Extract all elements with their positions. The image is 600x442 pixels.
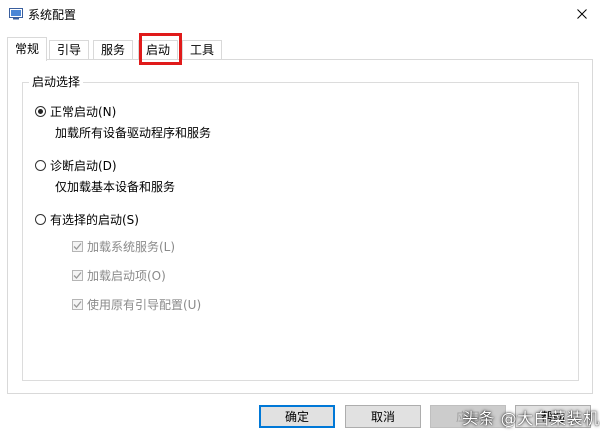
diagnostic-startup-description: 仅加载基本设备和服务: [55, 180, 176, 194]
radio-selected-icon[interactable]: [35, 106, 46, 117]
title-bar: 系统配置: [0, 0, 600, 30]
radio-label: 有选择的启动(S): [50, 213, 139, 227]
radio-icon[interactable]: [35, 160, 46, 171]
cancel-button[interactable]: 取消: [345, 405, 421, 428]
close-button[interactable]: [564, 0, 600, 30]
system-config-window: 系统配置 常规 引导 服务 启动 工具 启动选择 正常启动(N) 加载所有设备驱…: [0, 0, 600, 442]
radio-label: 正常启动(N): [50, 105, 117, 119]
checkbox-use-original-boot-config[interactable]: 使用原有引导配置(U): [72, 296, 201, 313]
tab-boot[interactable]: 引导: [49, 40, 90, 59]
tab-general[interactable]: 常规: [7, 37, 48, 61]
radio-diagnostic-startup[interactable]: 诊断启动(D): [35, 157, 117, 174]
checkbox-label: 加载系统服务(L): [87, 240, 176, 254]
close-icon: [577, 8, 587, 22]
radio-selective-startup[interactable]: 有选择的启动(S): [35, 211, 139, 228]
tab-tools[interactable]: 工具: [182, 40, 223, 59]
radio-normal-startup[interactable]: 正常启动(N): [35, 103, 116, 120]
general-tab-panel: 启动选择 正常启动(N) 加载所有设备驱动程序和服务 诊断启动(D) 仅加载基本…: [7, 59, 593, 394]
checkmark-icon[interactable]: [72, 299, 83, 310]
startup-selection-group: 启动选择 正常启动(N) 加载所有设备驱动程序和服务 诊断启动(D) 仅加载基本…: [22, 74, 579, 381]
checkmark-icon[interactable]: [72, 270, 83, 281]
window-title: 系统配置: [28, 8, 77, 22]
tab-services[interactable]: 服务: [93, 40, 134, 59]
checkbox-load-system-services[interactable]: 加载系统服务(L): [72, 238, 175, 255]
radio-icon[interactable]: [35, 214, 46, 225]
watermark-text: 头条 @大白菜装机: [462, 409, 600, 428]
checkbox-load-startup-items[interactable]: 加载启动项(O): [72, 267, 166, 284]
ok-button[interactable]: 确定: [259, 405, 335, 428]
tab-strip: 常规 引导 服务 启动 工具: [7, 37, 593, 61]
checkmark-icon[interactable]: [72, 241, 83, 252]
normal-startup-description: 加载所有设备驱动程序和服务: [55, 126, 212, 140]
group-legend: 启动选择: [29, 74, 84, 90]
checkbox-label: 加载启动项(O): [87, 269, 166, 283]
system-config-app-icon: [9, 8, 23, 20]
radio-label: 诊断启动(D): [50, 159, 117, 173]
checkbox-label: 使用原有引导配置(U): [87, 298, 202, 312]
startup-tab-highlight-box: [139, 33, 182, 65]
